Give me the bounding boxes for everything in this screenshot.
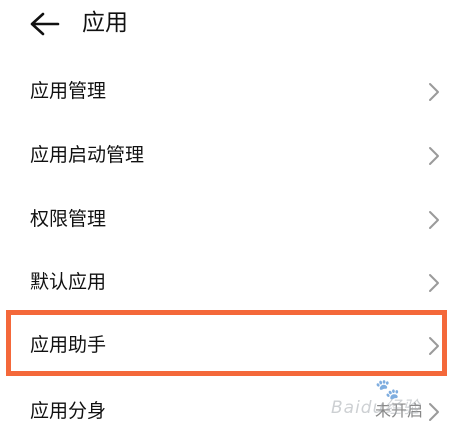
list-item-label: 默认应用 (30, 271, 107, 293)
chevron-right-icon (428, 336, 440, 356)
list-item-label: 应用管理 (30, 80, 107, 102)
list-item-permission-management[interactable]: 权限管理 (0, 188, 457, 250)
list-item-app-management[interactable]: 应用管理 (0, 60, 457, 122)
list-item-app-assistant[interactable]: 应用助手 (0, 314, 457, 376)
settings-page: 应用 应用管理 应用启动管理 权限管理 默认应用 应用助手 应用分身 未开启 🐾… (0, 0, 457, 433)
list-item-label: 应用助手 (30, 334, 107, 356)
chevron-right-icon (428, 273, 440, 293)
page-title: 应用 (82, 10, 128, 36)
watermark-text: Baidu经验 (331, 398, 421, 418)
list-item-app-launch-management[interactable]: 应用启动管理 (0, 124, 457, 186)
header-bar: 应用 (0, 0, 457, 52)
chevron-right-icon (428, 146, 440, 166)
watermark: 🐾 Baidu经验 (331, 379, 451, 425)
list-item-label: 权限管理 (30, 208, 107, 230)
list-item-default-apps[interactable]: 默认应用 (0, 251, 457, 313)
chevron-right-icon (428, 210, 440, 230)
paw-icon: 🐾 (375, 377, 400, 401)
chevron-right-icon (428, 82, 440, 102)
back-button[interactable] (26, 8, 62, 40)
list-item-label: 应用启动管理 (30, 144, 145, 166)
list-item-label: 应用分身 (30, 400, 107, 422)
back-arrow-icon (30, 12, 60, 36)
